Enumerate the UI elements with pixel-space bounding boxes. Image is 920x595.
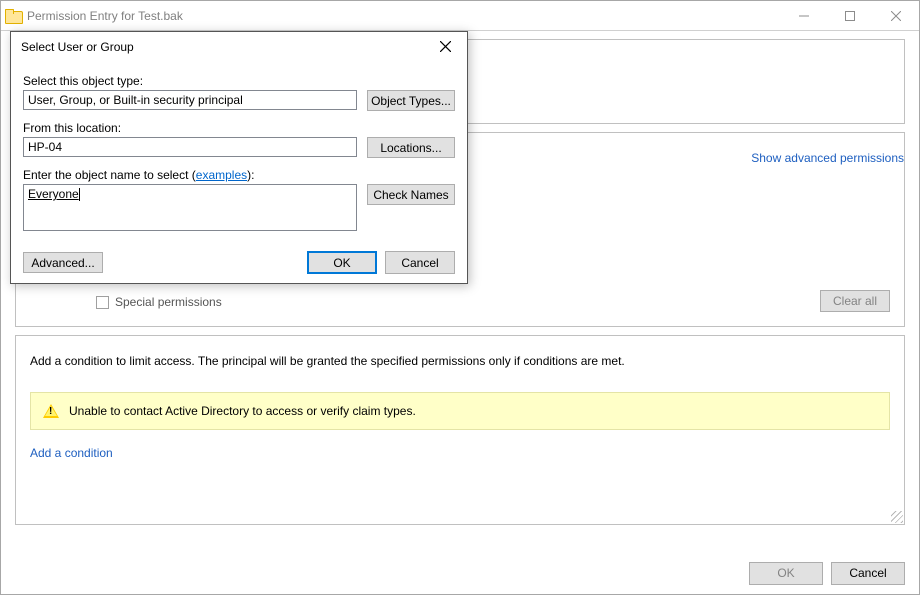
dialog-ok-button[interactable]: OK [307, 251, 377, 274]
dialog-cancel-button[interactable]: Cancel [385, 251, 455, 274]
location-value: HP-04 [28, 140, 62, 154]
object-types-button[interactable]: Object Types... [367, 90, 455, 111]
permission-entry-window: Permission Entry for Test.bak Show advan… [0, 0, 920, 595]
location-input[interactable]: HP-04 [23, 137, 357, 157]
special-permissions-checkbox[interactable] [96, 296, 109, 309]
maximize-button[interactable] [827, 1, 873, 30]
special-permissions-label: Special permissions [115, 295, 222, 309]
folder-icon [5, 9, 21, 22]
add-condition-link[interactable]: Add a condition [30, 446, 890, 460]
locations-button[interactable]: Locations... [367, 137, 455, 158]
parent-cancel-button[interactable]: Cancel [831, 562, 905, 585]
check-names-button[interactable]: Check Names [367, 184, 455, 205]
dialog-footer: Advanced... OK Cancel [11, 239, 467, 284]
object-name-value: Everyone [28, 187, 79, 201]
advanced-button[interactable]: Advanced... [23, 252, 103, 273]
clear-all-button[interactable]: Clear all [820, 290, 890, 312]
examples-link[interactable]: examples [196, 168, 247, 182]
window-buttons [781, 1, 919, 30]
close-button[interactable] [873, 1, 919, 30]
select-user-or-group-dialog: Select User or Group Select this object … [10, 31, 468, 284]
object-type-input[interactable]: User, Group, or Built-in security princi… [23, 90, 357, 110]
resize-grip[interactable] [891, 511, 903, 523]
warning-text: Unable to contact Active Directory to ac… [69, 404, 416, 418]
location-label: From this location: [23, 121, 455, 135]
object-name-input[interactable]: Everyone [23, 184, 357, 231]
object-type-label: Select this object type: [23, 74, 455, 88]
condition-panel: Add a condition to limit access. The pri… [15, 335, 905, 525]
minimize-button[interactable] [781, 1, 827, 30]
parent-ok-button[interactable]: OK [749, 562, 823, 585]
special-permissions-row: Special permissions [96, 295, 890, 309]
dialog-close-button[interactable] [423, 32, 467, 60]
parent-footer: OK Cancel [1, 552, 919, 594]
dialog-body: Select this object type: User, Group, or… [11, 62, 467, 239]
dialog-titlebar: Select User or Group [11, 32, 467, 62]
warning-icon: ! [43, 403, 59, 419]
enter-name-label: Enter the object name to select (example… [23, 168, 455, 182]
dialog-title: Select User or Group [21, 40, 134, 54]
window-title: Permission Entry for Test.bak [27, 9, 781, 23]
condition-instruction: Add a condition to limit access. The pri… [30, 354, 890, 368]
warning-bar: ! Unable to contact Active Directory to … [30, 392, 890, 430]
titlebar: Permission Entry for Test.bak [1, 1, 919, 31]
object-type-value: User, Group, or Built-in security princi… [28, 93, 243, 107]
show-advanced-permissions-link[interactable]: Show advanced permissions [751, 151, 904, 165]
